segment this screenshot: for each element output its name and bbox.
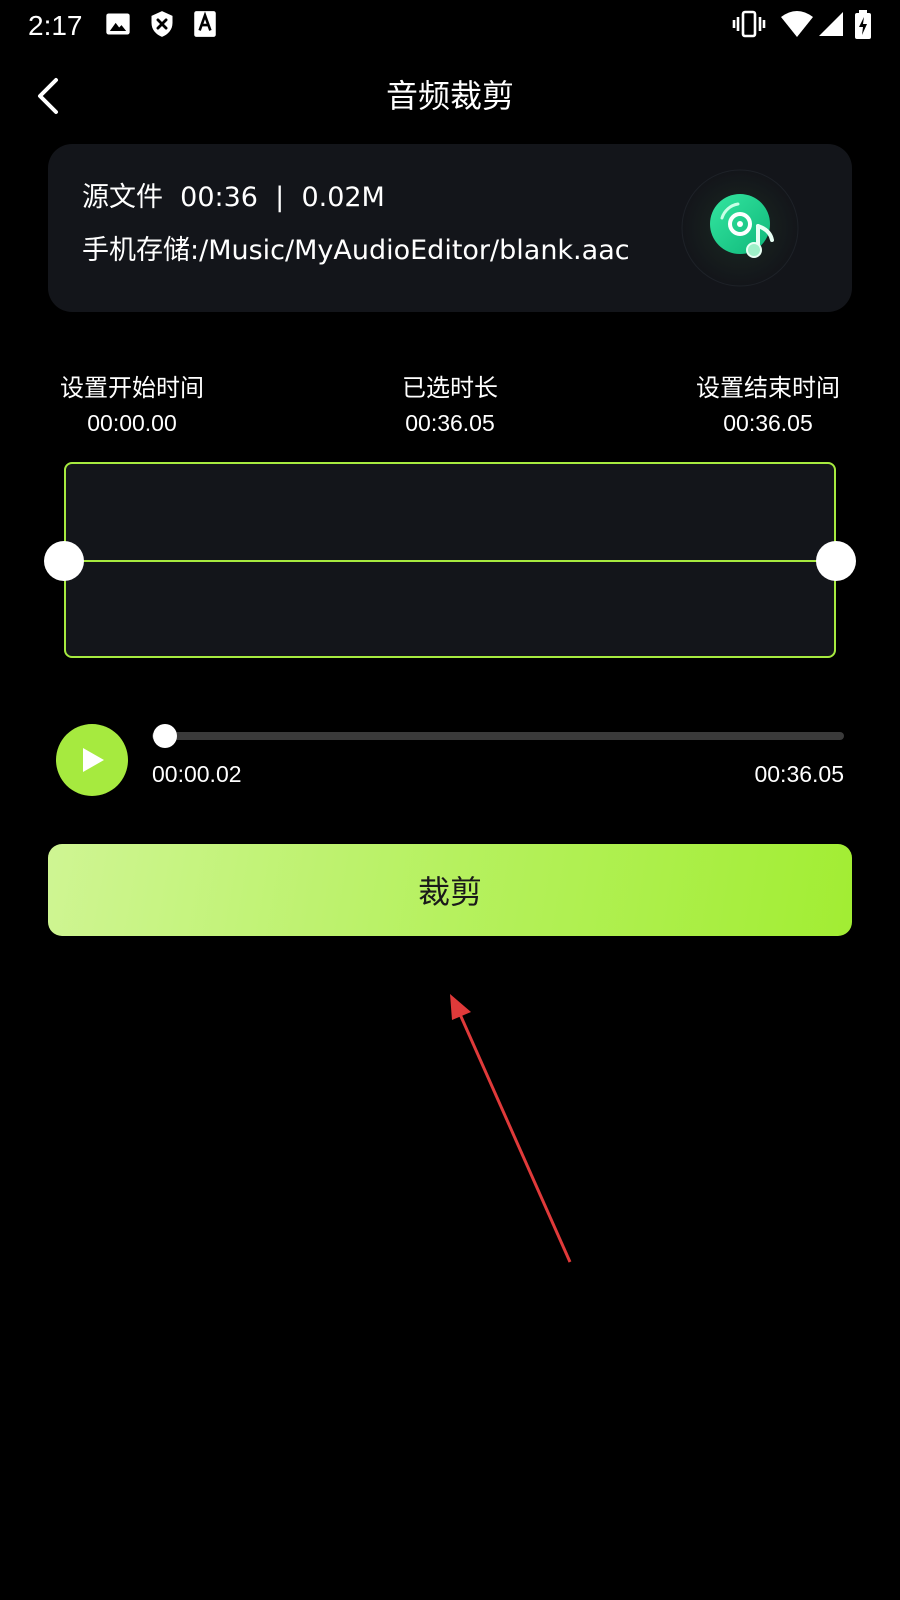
shield-x-icon bbox=[151, 11, 173, 37]
crop-button[interactable]: 裁剪 bbox=[48, 844, 852, 936]
vibrate-icon bbox=[732, 10, 766, 38]
total-time: 00:36.05 bbox=[754, 761, 844, 787]
start-time-value: 00:00.00 bbox=[87, 410, 177, 436]
play-button[interactable] bbox=[56, 724, 128, 796]
end-trim-handle[interactable] bbox=[816, 541, 856, 581]
end-time-label: 设置结束时间 bbox=[696, 374, 840, 402]
start-trim-handle[interactable] bbox=[44, 541, 84, 581]
battery-charging-icon bbox=[855, 10, 871, 39]
image-icon bbox=[106, 13, 130, 35]
file-duration: 00:36 bbox=[180, 182, 258, 213]
selected-duration-group: 已选时长 00:36.05 bbox=[330, 372, 570, 440]
current-time: 00:00.02 bbox=[152, 761, 242, 787]
play-icon bbox=[83, 748, 104, 772]
waveform-baseline bbox=[64, 560, 836, 562]
file-size: 0.02M bbox=[301, 182, 385, 213]
file-separator: | bbox=[275, 182, 285, 213]
wifi-icon bbox=[781, 11, 813, 37]
font-a-icon bbox=[194, 11, 216, 37]
playback-progress-thumb[interactable] bbox=[152, 724, 177, 748]
selected-duration-value: 00:36.05 bbox=[405, 410, 495, 436]
selected-duration-label: 已选时长 bbox=[402, 374, 498, 402]
status-time: 2:17 bbox=[28, 10, 83, 41]
start-time-group[interactable]: 设置开始时间 00:00.00 bbox=[12, 372, 252, 440]
end-time-value: 00:36.05 bbox=[723, 410, 813, 436]
file-path: 手机存储:/Music/MyAudioEditor/blank.aac bbox=[82, 235, 630, 266]
playback-progress-bar[interactable] bbox=[152, 732, 844, 740]
page-title: 音频裁剪 bbox=[385, 77, 514, 115]
end-time-group[interactable]: 设置结束时间 00:36.05 bbox=[648, 372, 888, 440]
file-label: 源文件 bbox=[82, 182, 163, 213]
file-info-line: 源文件 00:36 | 0.02M bbox=[82, 178, 385, 218]
music-disc-icon bbox=[680, 168, 800, 288]
source-file-card: 源文件 00:36 | 0.02M 手机存储:/Music/MyAudioEdi… bbox=[48, 144, 852, 312]
start-time-label: 设置开始时间 bbox=[60, 374, 204, 402]
signal-icon bbox=[819, 12, 843, 36]
